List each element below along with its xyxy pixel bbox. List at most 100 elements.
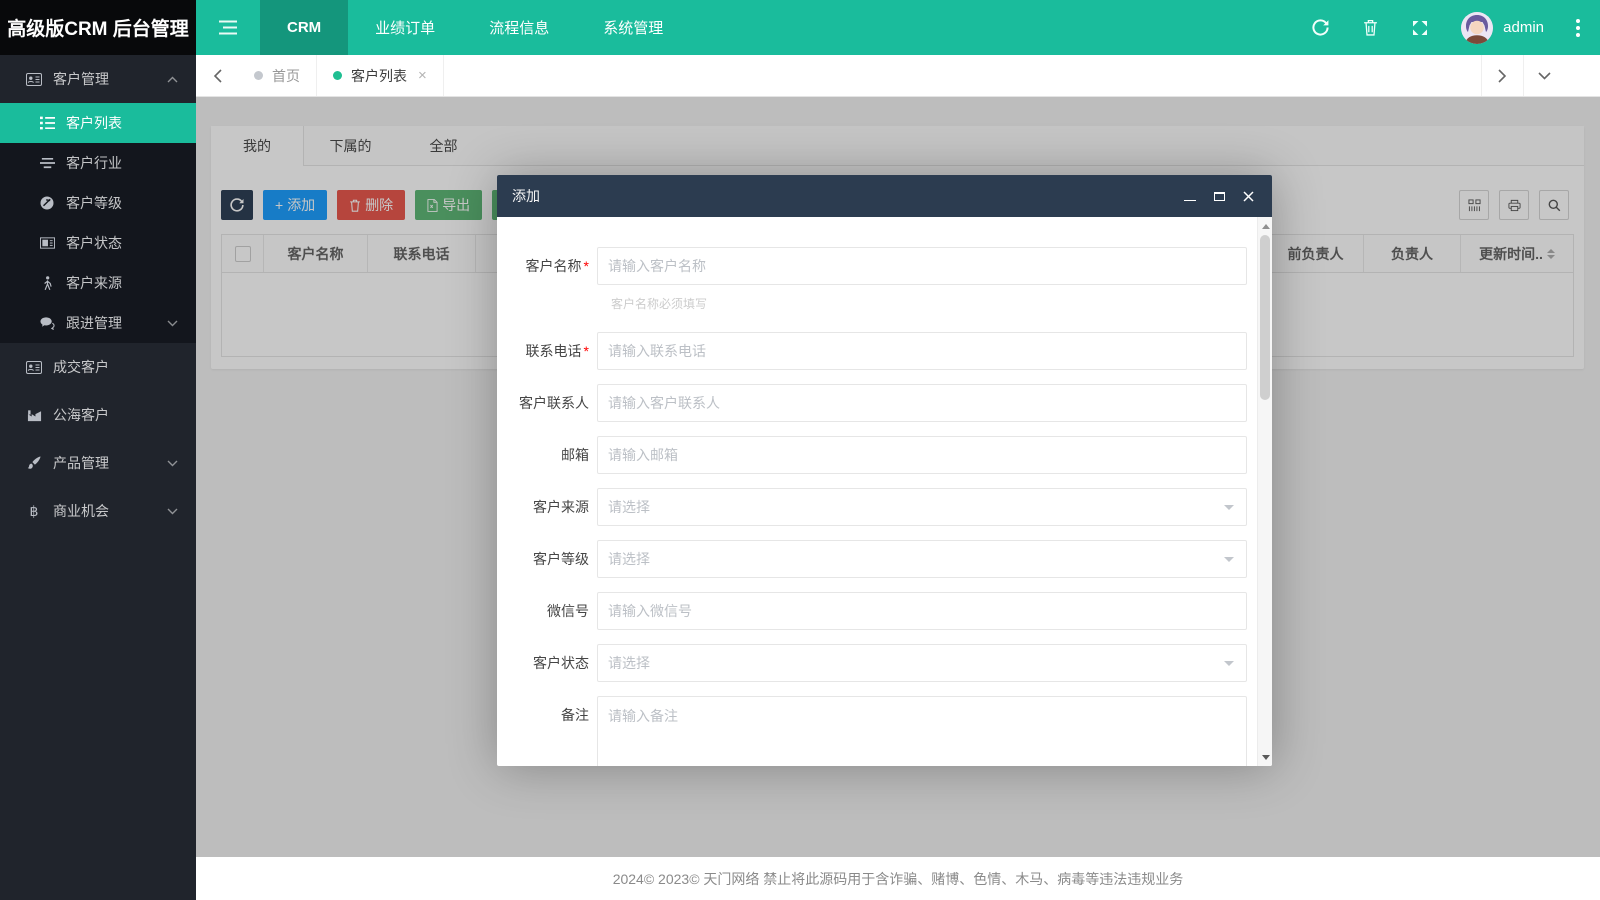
sidebar-item-label: 客户来源 xyxy=(66,275,122,291)
form-row-contact-person: 客户联系人 xyxy=(511,384,1247,422)
chevron-down-icon xyxy=(167,320,178,327)
sidebar-item-business-opportunity[interactable]: ฿ 商业机会 xyxy=(0,487,196,535)
bitcoin-icon: ฿ xyxy=(29,502,39,519)
customer-level-select[interactable]: 请选择 xyxy=(597,540,1247,578)
app-root: 高级版CRM 后台管理 CRM 业绩订单 流程信息 系统管理 admin 客户管… xyxy=(0,0,1600,900)
sidebar-item-public-customers[interactable]: 公海客户 xyxy=(0,391,196,439)
field-label: 客户联系人 xyxy=(519,395,589,411)
level-circle-icon xyxy=(38,196,56,210)
modal-scrollbar[interactable] xyxy=(1257,217,1272,766)
username-label[interactable]: admin xyxy=(1503,19,1544,36)
sidebar-item-product-mgmt[interactable]: 产品管理 xyxy=(0,439,196,487)
form-row-customer-status: 客户状态 请选择 xyxy=(511,644,1247,682)
sidebar-item-label: 跟进管理 xyxy=(66,315,122,331)
sidebar-item-customer-list[interactable]: 客户列表 xyxy=(0,103,196,143)
page-footer: 2024© 2023© 天门网络 禁止将此源码用于含诈骗、赌博、色情、木马、病毒… xyxy=(196,857,1600,900)
menu-fold-icon[interactable] xyxy=(196,0,260,55)
sidebar-item-customer-status[interactable]: 客户状态 xyxy=(0,223,196,263)
sidebar-item-label: 公海客户 xyxy=(53,407,109,423)
industry-icon xyxy=(25,409,43,422)
field-label: 客户来源 xyxy=(533,499,589,515)
customer-status-select[interactable]: 请选择 xyxy=(597,644,1247,682)
sidebar-item-customer-source[interactable]: 客户来源 xyxy=(0,263,196,303)
refresh-icon[interactable] xyxy=(1295,0,1345,55)
chevron-up-icon xyxy=(167,76,178,83)
tab-home[interactable]: 首页 xyxy=(238,55,316,96)
modal-form: 客户名称* 客户名称必须填写 联系电话* 客户联系人 邮箱 客户来源 xyxy=(497,217,1272,766)
field-label: 客户名称 * xyxy=(525,258,589,274)
customer-name-input[interactable] xyxy=(597,247,1247,285)
scroll-down-icon[interactable] xyxy=(1258,750,1272,764)
nav-item-system[interactable]: 系统管理 xyxy=(576,0,690,55)
align-bars-icon xyxy=(38,157,56,169)
field-label: 微信号 xyxy=(547,603,589,619)
email-input[interactable] xyxy=(597,436,1247,474)
image-card-icon xyxy=(38,237,56,249)
nav-item-orders[interactable]: 业绩订单 xyxy=(348,0,462,55)
tab-customer-list[interactable]: 客户列表 × xyxy=(316,55,444,96)
sidebar-item-customer-industry[interactable]: 客户行业 xyxy=(0,143,196,183)
add-customer-modal: 添加 客户名称* 客户名称必须填写 联系电话* 客户联系人 xyxy=(497,175,1272,766)
header-actions: admin xyxy=(1295,0,1600,55)
sidebar-submenu: 客户列表 客户行业 客户等级 客户状态 客户来源 跟进管理 xyxy=(0,103,196,343)
phone-input[interactable] xyxy=(597,332,1247,370)
tabs-scroll-right-icon[interactable] xyxy=(1481,55,1523,96)
field-label: 客户等级 xyxy=(533,551,589,567)
tab-status-dot xyxy=(333,71,342,80)
tabs-dropdown-icon[interactable] xyxy=(1523,55,1565,96)
modal-header[interactable]: 添加 xyxy=(497,175,1272,217)
tabs-scroll-left-icon[interactable] xyxy=(196,55,238,96)
top-nav: CRM 业绩订单 流程信息 系统管理 admin xyxy=(196,0,1600,55)
form-row-customer-level: 客户等级 请选择 xyxy=(511,540,1247,578)
id-card-icon xyxy=(25,72,43,86)
form-row-customer-name: 客户名称 * xyxy=(511,247,1247,285)
required-mark: * xyxy=(583,258,589,274)
form-row-remark: 备注 xyxy=(511,696,1247,766)
sidebar-item-closed-customers[interactable]: 成交客户 xyxy=(0,343,196,391)
page-tabbar: 首页 客户列表 × xyxy=(196,55,1600,97)
user-avatar[interactable] xyxy=(1461,11,1494,44)
field-label: 备注 xyxy=(561,707,589,723)
sidebar-group-label: 客户管理 xyxy=(53,71,109,87)
more-menu-icon[interactable] xyxy=(1556,0,1600,55)
sidebar-group-customer-mgmt[interactable]: 客户管理 xyxy=(0,55,196,103)
tab-status-dot xyxy=(254,71,263,80)
contact-person-input[interactable] xyxy=(597,384,1247,422)
sidebar-item-label: 客户等级 xyxy=(66,195,122,211)
modal-title: 添加 xyxy=(512,188,540,204)
sidebar: 客户管理 客户列表 客户行业 客户等级 客户状态 客户来源 跟进管理 成交客户 … xyxy=(0,55,196,900)
caret-down-icon xyxy=(1224,557,1234,562)
wechat-input[interactable] xyxy=(597,592,1247,630)
sidebar-item-label: 客户行业 xyxy=(66,155,122,171)
sidebar-item-label: 成交客户 xyxy=(53,359,109,375)
required-mark: * xyxy=(583,343,589,359)
chat-bubbles-icon xyxy=(38,316,56,330)
sidebar-item-customer-level[interactable]: 客户等级 xyxy=(0,183,196,223)
fullscreen-icon[interactable] xyxy=(1395,0,1445,55)
walking-person-icon xyxy=(38,275,56,291)
remark-textarea[interactable] xyxy=(597,696,1247,766)
sidebar-item-followup-mgmt[interactable]: 跟进管理 xyxy=(0,303,196,343)
chevron-down-icon xyxy=(167,460,178,467)
form-row-email: 邮箱 xyxy=(511,436,1247,474)
select-placeholder: 请选择 xyxy=(608,655,650,671)
maximize-icon[interactable] xyxy=(1211,188,1227,204)
scroll-up-icon[interactable] xyxy=(1258,219,1272,233)
customer-source-select[interactable]: 请选择 xyxy=(597,488,1247,526)
app-logo: 高级版CRM 后台管理 xyxy=(0,0,196,55)
trash-icon[interactable] xyxy=(1345,0,1395,55)
top-header: 高级版CRM 后台管理 CRM 业绩订单 流程信息 系统管理 admin xyxy=(0,0,1600,55)
modal-window-controls xyxy=(1182,188,1256,204)
copyright-text: 2024© 2023© 天门网络 禁止将此源码用于含诈骗、赌博、色情、木马、病毒… xyxy=(612,870,1184,887)
form-row-customer-source: 客户来源 请选择 xyxy=(511,488,1247,526)
nav-item-crm[interactable]: CRM xyxy=(260,0,349,55)
chevron-down-icon xyxy=(167,508,178,515)
nav-item-flow[interactable]: 流程信息 xyxy=(462,0,576,55)
validation-hint: 客户名称必须填写 xyxy=(611,297,708,311)
tab-close-icon[interactable]: × xyxy=(418,68,427,83)
close-icon[interactable] xyxy=(1240,188,1256,204)
minimize-icon[interactable] xyxy=(1182,188,1198,204)
scrollbar-thumb[interactable] xyxy=(1260,235,1270,400)
sidebar-item-label: 客户状态 xyxy=(66,235,122,251)
sidebar-item-label: 客户列表 xyxy=(66,115,122,131)
